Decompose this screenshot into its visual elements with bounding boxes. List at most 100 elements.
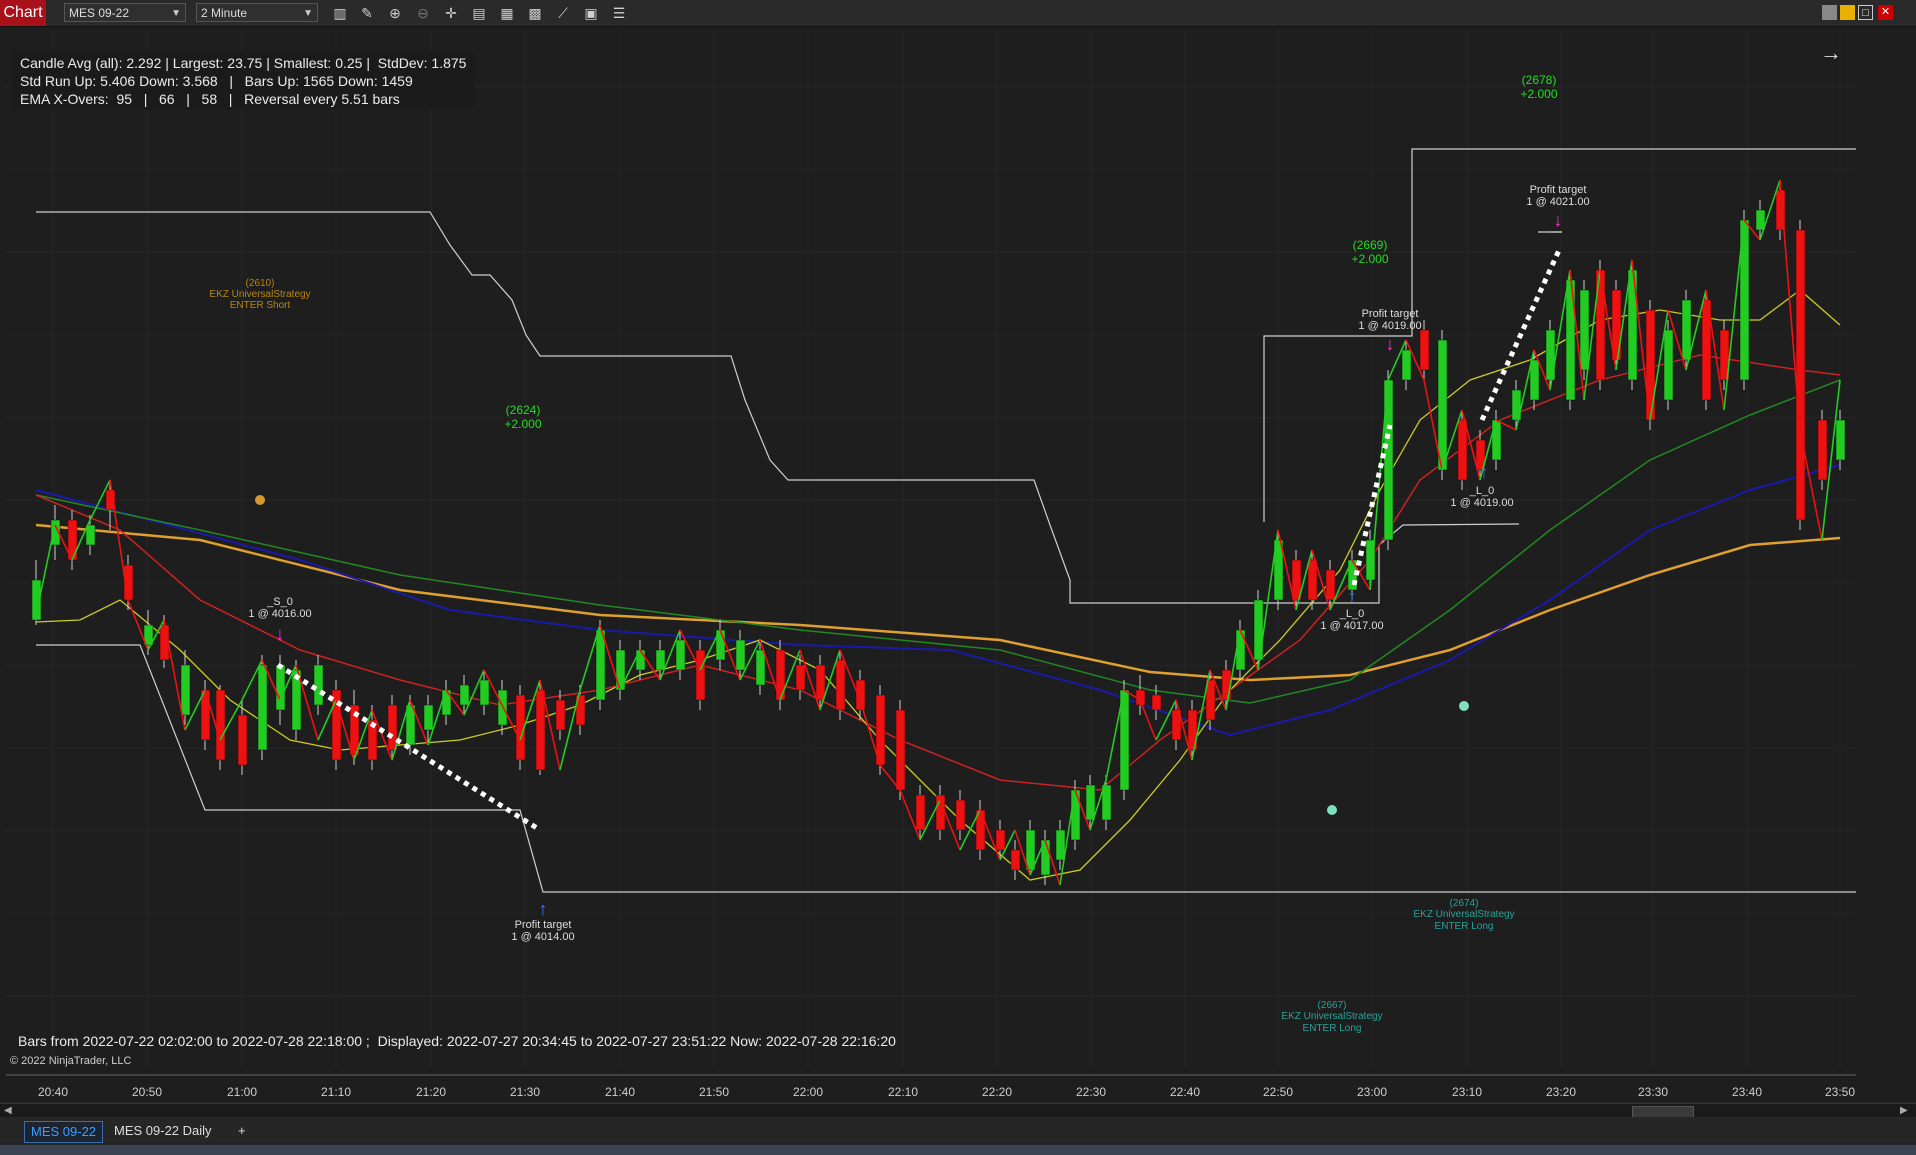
candle-down xyxy=(1151,694,1162,711)
chart-annotation: _L_0 xyxy=(1469,485,1494,497)
chart-annotation: (2669) xyxy=(1353,238,1388,252)
candle-up xyxy=(180,664,191,716)
chart-annotation: 1 @ 4017.00 xyxy=(1320,620,1383,632)
trailing-stop-line xyxy=(36,211,1520,604)
chart-menu-button[interactable]: Chart xyxy=(0,0,46,26)
close-icon[interactable]: ✕ xyxy=(1878,5,1893,20)
x-tick-label: 23:30 xyxy=(1638,1085,1668,1099)
chart-annotation: EKZ UniversalStrategy xyxy=(209,289,310,300)
chart-annotation: Profit target xyxy=(515,919,572,931)
scroll-right-icon[interactable]: ▶ xyxy=(1900,1105,1908,1116)
strategies-icon[interactable]: ▩ xyxy=(526,4,544,22)
candle-up xyxy=(1401,349,1412,381)
candle-up xyxy=(1491,419,1502,461)
candle-down xyxy=(535,689,546,771)
chart-annotation: ENTER Short xyxy=(230,300,291,311)
chart-annotation: (2667) xyxy=(1318,1000,1347,1011)
stats-line-1: Candle Avg (all): 2.292 | Largest: 23.75… xyxy=(20,55,467,71)
properties-icon[interactable]: ▣ xyxy=(582,4,600,22)
zoom-in-icon[interactable]: ⊕ xyxy=(386,4,404,22)
tab-mes-0922-daily[interactable]: MES 09-22 Daily xyxy=(108,1121,218,1141)
chart-annotation: 1 @ 4019.00 xyxy=(1358,320,1421,332)
interval-value: 2 Minute xyxy=(201,6,248,20)
chart-annotation: +2.000 xyxy=(1520,87,1557,101)
candle-down xyxy=(1457,419,1468,481)
add-tab-button[interactable]: + xyxy=(232,1121,252,1141)
x-tick-label: 23:00 xyxy=(1357,1085,1387,1099)
crosshair-icon[interactable]: ✛ xyxy=(442,4,460,22)
chart-annotation: (2624) xyxy=(506,403,541,417)
chart-annotation: +2.000 xyxy=(504,417,541,431)
chevron-down-icon: ▼ xyxy=(171,8,181,19)
copyright-text: © 2022 NinjaTrader, LLC xyxy=(10,1055,132,1067)
candle-up xyxy=(675,639,686,671)
x-tick-label: 22:00 xyxy=(793,1085,823,1099)
tile-icon[interactable] xyxy=(1822,5,1837,20)
candle-down xyxy=(200,689,211,741)
x-tick-label: 20:50 xyxy=(132,1085,162,1099)
chart-annotation: EKZ UniversalStrategy xyxy=(1413,909,1514,920)
signal-dot xyxy=(255,495,265,505)
signal-dot xyxy=(1459,701,1469,711)
candle-down xyxy=(695,649,706,701)
chart-annotation: (2610) xyxy=(246,278,275,289)
indicators-icon[interactable]: ⟋ xyxy=(554,4,572,22)
candle-down xyxy=(387,704,398,751)
maximize-icon[interactable]: □ xyxy=(1858,5,1873,20)
candle-down xyxy=(895,709,906,791)
candle-up xyxy=(1025,829,1036,871)
minimize-icon[interactable] xyxy=(1840,5,1855,20)
candle-down xyxy=(815,664,826,701)
candle-down xyxy=(1817,419,1828,481)
list-icon[interactable]: ☰ xyxy=(610,4,628,22)
chart-annotation: +2.000 xyxy=(1351,252,1388,266)
x-tick-label: 23:50 xyxy=(1825,1085,1855,1099)
arrow-down-icon: ↓ xyxy=(1554,210,1563,230)
chart-annotation: 1 @ 4016.00 xyxy=(248,608,311,620)
chart-annotation: EKZ UniversalStrategy xyxy=(1281,1011,1382,1022)
x-tick-label: 23:20 xyxy=(1546,1085,1576,1099)
chart-annotation: 1 @ 4014.00 xyxy=(511,931,574,943)
candle-up xyxy=(1055,829,1066,861)
x-tick-label: 21:40 xyxy=(605,1085,635,1099)
x-tick-label: 22:10 xyxy=(888,1085,918,1099)
instrument-select[interactable]: MES 09-22 ▼ xyxy=(64,3,186,22)
pencil-icon[interactable]: ✎ xyxy=(358,4,376,22)
interval-select[interactable]: 2 Minute ▼ xyxy=(196,3,318,22)
x-tick-label: 21:10 xyxy=(321,1085,351,1099)
candle-down xyxy=(237,714,248,766)
x-tick-label: 21:50 xyxy=(699,1085,729,1099)
arrow-right-icon[interactable]: → xyxy=(1820,40,1842,66)
taskbar-strip xyxy=(0,1145,1916,1155)
data-box-icon[interactable]: ▤ xyxy=(470,4,488,22)
candle-down xyxy=(1795,229,1806,521)
x-tick-label: 22:20 xyxy=(982,1085,1012,1099)
candle-down xyxy=(1307,559,1318,601)
bars-icon[interactable]: ▥ xyxy=(331,4,349,22)
candle-up xyxy=(1529,359,1540,401)
tab-mes-0922[interactable]: MES 09-22 xyxy=(24,1121,104,1143)
x-tick-label: 21:30 xyxy=(510,1085,540,1099)
x-tick-label: 21:20 xyxy=(416,1085,446,1099)
candle-down xyxy=(915,794,926,831)
scroll-left-icon[interactable]: ◀ xyxy=(4,1105,12,1116)
candle-down xyxy=(215,689,226,761)
candle-up xyxy=(459,684,470,706)
stats-line-3: EMA X-Overs: 95 | 66 | 58 | Reversal eve… xyxy=(20,91,400,107)
horizontal-scrollbar[interactable]: ◀ ▶ xyxy=(0,1103,1916,1118)
templates-icon[interactable]: ▦ xyxy=(498,4,516,22)
x-tick-label: 22:30 xyxy=(1076,1085,1106,1099)
zoom-out-icon[interactable]: ⊖ xyxy=(414,4,432,22)
x-tick-label: 23:40 xyxy=(1732,1085,1762,1099)
bars-range-text: Bars from 2022-07-22 02:02:00 to 2022-07… xyxy=(18,1033,896,1049)
chart-annotation: 1 @ 4019.00 xyxy=(1450,497,1513,509)
chart-annotation: ENTER Long xyxy=(1435,921,1494,932)
candle-down xyxy=(1010,849,1021,871)
price-chart[interactable]: 4023.004022.004021.004020.004019.004018.… xyxy=(6,28,1856,1103)
x-tick-label: 22:40 xyxy=(1170,1085,1200,1099)
signal-dot xyxy=(1327,805,1337,815)
chart-annotation: _L_0 xyxy=(1339,608,1364,620)
chart-annotation: _S_0 xyxy=(266,596,293,608)
candle-up xyxy=(1085,784,1096,821)
candle-up xyxy=(1253,599,1264,661)
